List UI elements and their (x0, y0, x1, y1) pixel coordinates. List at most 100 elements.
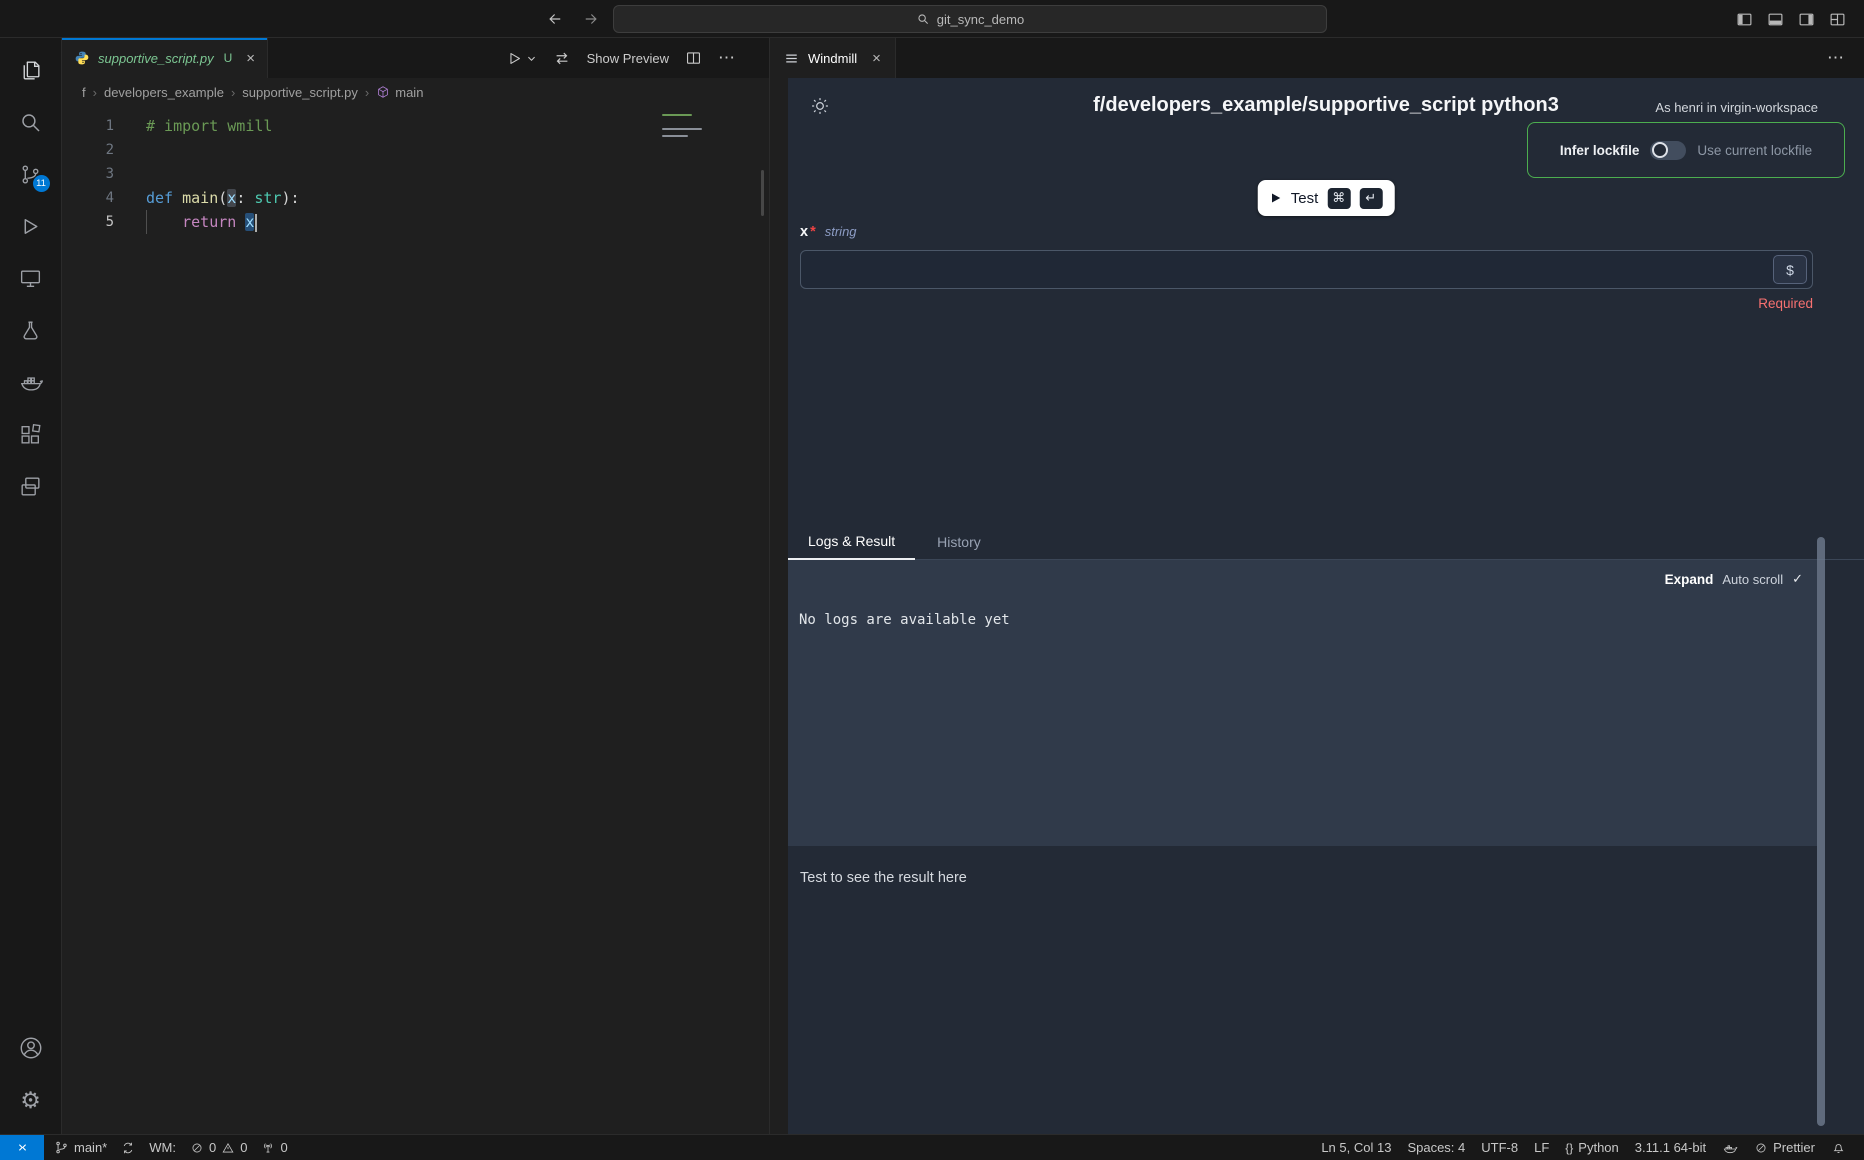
back-icon[interactable] (544, 8, 566, 30)
workspace-context: As henri in virgin-workspace (1655, 100, 1818, 115)
remote-explorer-icon[interactable] (0, 252, 62, 304)
webview-scrollbar[interactable] (1817, 537, 1825, 1126)
arg-x-input[interactable] (801, 251, 1812, 288)
breadcrumb-folder[interactable]: developers_example (104, 85, 224, 100)
run-dropdown-chevron-icon[interactable] (526, 53, 537, 64)
toggle-knob (1652, 142, 1668, 158)
braces-icon: {} (1565, 1141, 1573, 1155)
enter-key-icon: ↵ (1359, 188, 1382, 209)
toggle-panel-icon[interactable] (1767, 11, 1784, 28)
result-hint: Test to see the result here (800, 870, 967, 886)
windmill-webview: f/developers_example/supportive_script p… (788, 78, 1864, 1134)
command-center[interactable]: git_sync_demo (613, 5, 1327, 33)
editor-scrollbar[interactable] (761, 170, 764, 216)
run-debug-icon[interactable] (0, 200, 62, 252)
code-line[interactable]: 4def main(x: str): (62, 186, 769, 210)
tab-close-icon[interactable]: × (872, 50, 881, 67)
arg-input-wrap: $ (800, 250, 1813, 289)
more-actions-icon[interactable]: ⋯ (1827, 38, 1844, 78)
customize-layout-icon[interactable] (1829, 11, 1846, 28)
breadcrumb-symbol[interactable]: main (395, 85, 423, 100)
remote-indicator[interactable] (0, 1135, 44, 1160)
breadcrumb-file[interactable]: supportive_script.py (242, 85, 358, 100)
eol-status[interactable]: LF (1528, 1135, 1555, 1160)
sync-icon[interactable] (115, 1135, 141, 1160)
windmill-status[interactable]: WM: (143, 1135, 182, 1160)
windmill-tab-label: Windmill (808, 51, 857, 66)
tab-logs-result[interactable]: Logs & Result (788, 533, 915, 560)
list-icon (784, 51, 799, 66)
editor-tab-bar: supportive_script.py U × (62, 38, 769, 78)
text-cursor (255, 214, 257, 232)
chevron-right-icon: › (365, 85, 369, 100)
search-icon (916, 12, 930, 26)
split-editor-icon[interactable] (685, 50, 702, 67)
problems-status[interactable]: 0 0 (184, 1135, 253, 1160)
expand-button[interactable]: Expand (1665, 572, 1714, 587)
breadcrumb[interactable]: f › developers_example › supportive_scri… (62, 78, 769, 106)
forward-icon[interactable] (580, 8, 602, 30)
status-bar: main* WM: 0 0 0 Ln 5, Col 13 Spaces: 4 U… (0, 1134, 1864, 1160)
scm-badge: 11 (33, 175, 50, 192)
chevron-right-icon: › (231, 85, 235, 100)
indentation-status[interactable]: Spaces: 4 (1401, 1135, 1471, 1160)
vscode-window: git_sync_demo (0, 0, 1864, 1160)
testing-icon[interactable] (0, 304, 62, 356)
search-view-icon[interactable] (0, 96, 62, 148)
settings-gear-icon[interactable]: ⚙ (0, 1074, 62, 1126)
check-icon: ✓ (1792, 571, 1803, 587)
prettier-status[interactable]: Prettier (1748, 1135, 1821, 1160)
tab-supportive-script[interactable]: supportive_script.py U × (62, 38, 268, 78)
ports-status[interactable]: 0 (255, 1135, 293, 1160)
json-toggle-button[interactable]: $ (1773, 255, 1807, 284)
explorer-icon[interactable] (0, 44, 62, 96)
code-editor[interactable]: 1# import wmill234def main(x: str):5 ret… (62, 106, 769, 1134)
encoding-status[interactable]: UTF-8 (1475, 1135, 1524, 1160)
run-file-icon[interactable] (506, 50, 523, 67)
account-icon[interactable] (0, 1022, 62, 1074)
docker-status-icon[interactable] (1716, 1135, 1744, 1160)
source-control-icon[interactable]: 11 (0, 148, 62, 200)
python-file-icon (74, 50, 90, 66)
use-lockfile-label: Use current lockfile (1697, 143, 1812, 158)
autoscroll-label[interactable]: Auto scroll (1722, 572, 1783, 587)
required-message: Required (1758, 296, 1813, 311)
more-actions-icon[interactable]: ⋯ (718, 48, 735, 68)
git-branch-status[interactable]: main* (48, 1135, 113, 1160)
line-number: 5 (62, 210, 114, 234)
cursor-position-status[interactable]: Ln 5, Col 13 (1315, 1135, 1397, 1160)
arg-name: x (800, 224, 808, 240)
symbol-cube-icon (376, 85, 390, 99)
logs-panel: Expand Auto scroll ✓ No logs are availab… (788, 560, 1817, 846)
tab-windmill[interactable]: Windmill × (770, 38, 896, 78)
lockfile-box: Infer lockfile Use current lockfile (1527, 122, 1845, 178)
language-status[interactable]: {} Python (1559, 1135, 1625, 1160)
extensions-icon[interactable] (0, 408, 62, 460)
cmd-key-icon: ⌘ (1327, 188, 1350, 209)
line-number: 2 (62, 138, 114, 162)
code-line[interactable]: 5 return x (62, 210, 769, 234)
docker-icon[interactable] (0, 356, 62, 408)
live-preview-icon[interactable] (0, 460, 62, 512)
toggle-secondary-sidebar-icon[interactable] (1798, 11, 1815, 28)
untracked-flag: U (224, 51, 233, 65)
toggle-sidebar-icon[interactable] (1736, 11, 1753, 28)
breadcrumb-folder[interactable]: f (82, 85, 86, 100)
tab-close-icon[interactable]: × (246, 50, 255, 67)
python-version-status[interactable]: 3.11.1 64-bit (1629, 1135, 1712, 1160)
title-bar: git_sync_demo (0, 0, 1864, 38)
chevron-right-icon: › (93, 85, 97, 100)
minimap[interactable] (662, 114, 742, 142)
script-language: python3 (1481, 94, 1559, 116)
lockfile-toggle[interactable] (1650, 141, 1686, 160)
test-button[interactable]: Test ⌘ ↵ (1258, 180, 1395, 216)
arg-type: string (825, 224, 857, 239)
infer-lockfile-label: Infer lockfile (1560, 143, 1640, 158)
result-tabs: Logs & Result History (788, 524, 1864, 560)
windmill-tab-bar: Windmill × ⋯ (770, 38, 1864, 78)
code-line[interactable]: 3 (62, 162, 769, 186)
show-preview-button[interactable]: Show Preview (587, 51, 669, 66)
tab-history[interactable]: History (931, 534, 987, 559)
open-changes-icon[interactable] (553, 49, 571, 67)
notifications-bell-icon[interactable] (1825, 1135, 1852, 1160)
